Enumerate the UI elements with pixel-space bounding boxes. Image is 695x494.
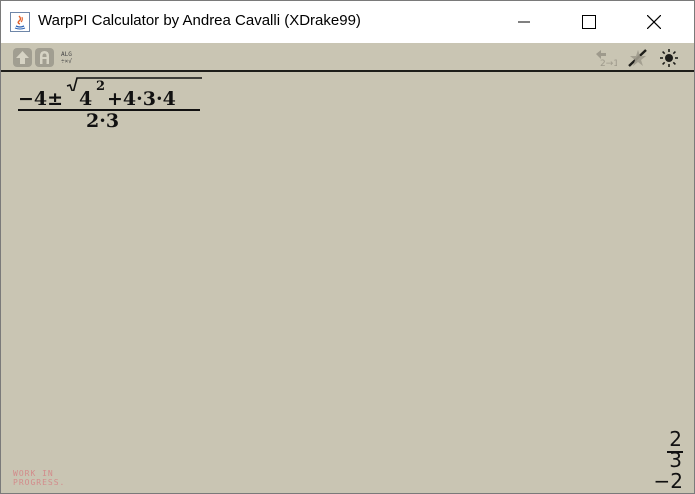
undo-label: 2→1 bbox=[600, 59, 617, 68]
window-title: WarpPI Calculator by Andrea Cavalli (XDr… bbox=[38, 12, 361, 29]
radicand-exponent: 2 bbox=[96, 79, 106, 94]
wip-line-1: WORK IN bbox=[13, 469, 54, 478]
mode-top-label: ALG bbox=[61, 51, 72, 58]
java-app-icon bbox=[10, 12, 30, 32]
shift-icon bbox=[13, 48, 32, 67]
brightness-icon bbox=[660, 49, 678, 67]
result-second: −2 bbox=[653, 469, 683, 493]
decimal-icon bbox=[628, 49, 647, 67]
numerator-lead: −4± bbox=[18, 88, 64, 110]
wip-line-2: PROGRESS. bbox=[13, 478, 66, 487]
status-bar: ALG ÷×√ 2→1 bbox=[1, 43, 694, 72]
work-in-progress-label: WORK IN PROGRESS. bbox=[13, 469, 65, 487]
radicand-base: 4 bbox=[79, 88, 93, 110]
mode-icon: ALG ÷×√ bbox=[61, 51, 72, 65]
app-window: WarpPI Calculator by Andrea Cavalli (XDr… bbox=[0, 0, 695, 494]
close-button[interactable] bbox=[631, 1, 677, 43]
maximize-icon bbox=[582, 15, 596, 29]
mode-bottom-label: ÷×√ bbox=[61, 58, 72, 65]
minimize-button[interactable] bbox=[501, 1, 547, 43]
alpha-icon bbox=[35, 48, 54, 67]
undo-icon: 2→1 bbox=[596, 50, 617, 68]
title-bar[interactable]: WarpPI Calculator by Andrea Cavalli (XDr… bbox=[1, 1, 694, 43]
calculator-display[interactable]: ALG ÷×√ 2→1 −4± 4 2 +4·3·4 2·3 2 3 −2 WO… bbox=[1, 43, 694, 493]
maximize-button[interactable] bbox=[566, 1, 612, 43]
minimize-icon bbox=[518, 21, 530, 23]
radicand-rest: +4·3·4 bbox=[107, 88, 176, 110]
denominator: 2·3 bbox=[86, 110, 120, 132]
close-icon bbox=[647, 15, 661, 29]
